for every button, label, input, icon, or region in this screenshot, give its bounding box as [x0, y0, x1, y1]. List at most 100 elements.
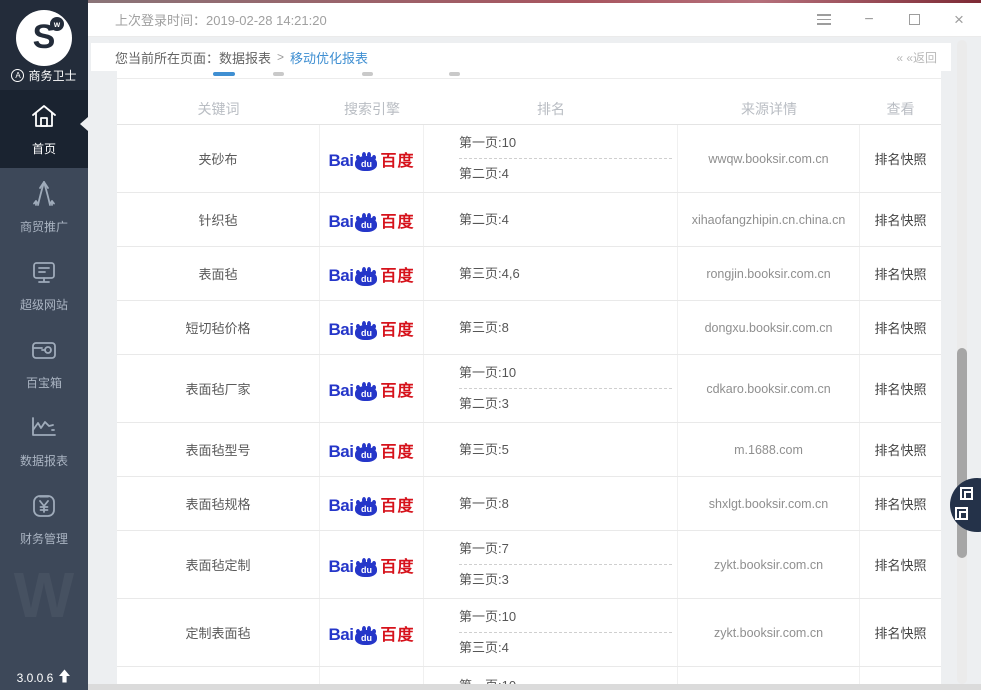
scrollbar-track[interactable]	[957, 40, 967, 684]
rank-value: 第二页:4	[459, 164, 509, 184]
engine-cell: Baidu百度	[320, 193, 424, 246]
snapshot-link[interactable]: 排名快照	[874, 210, 926, 229]
brand-badge-icon: A	[11, 69, 24, 82]
minimize-icon[interactable]: −	[861, 12, 877, 28]
keyword-cell: 夹砂布	[117, 125, 320, 192]
sidebar-item-finance[interactable]: 财务管理	[0, 480, 88, 558]
view-cell	[860, 667, 941, 684]
sidebar-item-promotion[interactable]: 商贸推广	[0, 168, 88, 246]
source-cell: wwqw.booksir.com.cn	[678, 125, 860, 192]
breadcrumb-label: 您当前所在页面：数据报表	[115, 48, 271, 67]
breadcrumb: 您当前所在页面：数据报表 > 移动优化报表 « «返回	[91, 43, 951, 71]
baidu-du-text: du	[354, 159, 378, 169]
table-row: 表面毡Baidu百度第三页:4,6rongjin.booksir.com.cn排…	[117, 247, 941, 301]
sidebar-item-report[interactable]: 数据报表	[0, 402, 88, 480]
source-cell: m.1688.com	[678, 423, 860, 476]
baidu-bai-text: Bai	[329, 212, 354, 232]
rank-cell: 第三页:5	[424, 423, 678, 476]
baidu-bai-text: Bai	[329, 442, 354, 462]
baidu-du-text: du	[354, 504, 378, 514]
rank-value: 第二页:4	[459, 210, 509, 230]
qr-icon	[955, 507, 968, 520]
snapshot-link[interactable]: 排名快照	[874, 318, 926, 337]
window-bottom-edge	[88, 684, 981, 690]
qr-code-button[interactable]	[950, 478, 981, 532]
keyword-cell: 短切毡价格	[117, 301, 320, 354]
maximize-icon[interactable]	[906, 12, 922, 28]
sidebar-item-home[interactable]: 首页	[0, 90, 88, 168]
view-cell: 排名快照	[860, 477, 941, 530]
rank-value: 第一页:7	[459, 539, 509, 559]
baidu-du-text: du	[354, 633, 378, 643]
website-icon	[29, 257, 59, 290]
breadcrumb-separator: >	[277, 50, 284, 64]
engine-cell: Baidu百度	[320, 531, 424, 598]
snapshot-link[interactable]: 排名快照	[874, 149, 926, 168]
view-cell: 排名快照	[860, 247, 941, 300]
snapshot-link[interactable]: 排名快照	[874, 494, 926, 513]
sidebar-item-label: 财务管理	[20, 530, 68, 547]
table-row: 短切毡价格Baidu百度第三页:8dongxu.booksir.com.cn排名…	[117, 301, 941, 355]
baidu-bai-text: Bai	[329, 381, 354, 401]
menu-icon[interactable]	[816, 12, 832, 28]
baidu-cn-text: 百度	[380, 377, 414, 401]
report-icon	[29, 413, 59, 446]
baidu-paw-icon: du	[354, 626, 378, 645]
back-link[interactable]: « «返回	[896, 49, 937, 66]
rank-value: 第一页:8	[459, 494, 509, 514]
sidebar-item-website[interactable]: 超级网站	[0, 246, 88, 324]
snapshot-link[interactable]: 排名快照	[874, 264, 926, 283]
tab-indicator[interactable]	[213, 72, 235, 76]
sidebar-item-label: 商贸推广	[20, 218, 68, 235]
tab-indicator-strip	[117, 71, 941, 79]
rank-cell: 第一页:10第三页:4	[424, 599, 678, 666]
main-area: 上次登录时间：2019-02-28 14:21:20 − × 您当前所在页面：数…	[88, 0, 981, 690]
table-row: 夹砂布Baidu百度第一页:10第二页:4wwqw.booksir.com.cn…	[117, 125, 941, 193]
version-text: 3.0.0.6	[17, 671, 54, 685]
keyword-cell: 针织毡	[117, 193, 320, 246]
engine-cell: Baidu百度	[320, 301, 424, 354]
sidebar-item-toolbox[interactable]: 百宝箱	[0, 324, 88, 402]
snapshot-link[interactable]: 排名快照	[874, 555, 926, 574]
source-cell: xihaofangzhipin.cn.china.cn	[678, 193, 860, 246]
table-row: 表面毡型号Baidu百度第三页:5m.1688.com排名快照	[117, 423, 941, 477]
qr-icon	[960, 487, 973, 500]
tab-indicator[interactable]	[449, 72, 460, 76]
baidu-bai-text: Bai	[329, 557, 354, 577]
snapshot-link[interactable]: 排名快照	[874, 440, 926, 459]
baidu-du-text: du	[354, 389, 378, 399]
breadcrumb-current[interactable]: 移动优化报表	[290, 48, 368, 67]
table-row: 表面毡定制Baidu百度第一页:7第三页:3zykt.booksir.com.c…	[117, 531, 941, 599]
keyword-cell: 定制表面毡	[117, 599, 320, 666]
last-login-text: 上次登录时间：2019-02-28 14:21:20	[115, 10, 327, 29]
rank-cell: 第一页:10第二页:3	[424, 355, 678, 422]
close-icon[interactable]: ×	[951, 12, 967, 28]
baidu-cn-text: 百度	[380, 492, 414, 516]
source-cell: zykt.booksir.com.cn	[678, 531, 860, 598]
table-top-gap	[117, 79, 941, 93]
update-arrow-icon[interactable]	[58, 669, 71, 686]
rank-cell: 第三页:4,6	[424, 247, 678, 300]
keyword-cell: 表面毡规格	[117, 477, 320, 530]
table-row: 第一页:10	[117, 667, 941, 684]
rank-cell: 第一页:7第三页:3	[424, 531, 678, 598]
title-bar: 上次登录时间：2019-02-28 14:21:20 − ×	[88, 3, 981, 37]
engine-cell: Baidu百度	[320, 599, 424, 666]
baidu-du-text: du	[354, 220, 378, 230]
rank-divider	[459, 564, 672, 565]
source-cell: cdkaro.booksir.com.cn	[678, 355, 860, 422]
sidebar: S w A 商务卫士 首页商贸推广超级网站百宝箱数据报表财务管理 W 3.0.0…	[0, 0, 88, 690]
table-row: 针织毡Baidu百度 第二页:4 xihaofangzhipin.cn.china.…	[117, 193, 941, 247]
home-icon	[29, 101, 59, 134]
engine-cell: Baidu百度	[320, 247, 424, 300]
col-header-keyword: 关键词	[117, 99, 320, 119]
snapshot-link[interactable]: 排名快照	[874, 379, 926, 398]
active-notch	[80, 117, 88, 131]
col-header-rank: 排名	[424, 99, 678, 119]
rank-cell: 第一页:10第二页:4	[424, 125, 678, 192]
tab-indicator[interactable]	[362, 72, 373, 76]
snapshot-link[interactable]: 排名快照	[874, 623, 926, 642]
rank-cell: 第二页:4	[424, 193, 678, 246]
tab-indicator[interactable]	[273, 72, 284, 76]
sidebar-nav: 首页商贸推广超级网站百宝箱数据报表财务管理	[0, 90, 88, 558]
